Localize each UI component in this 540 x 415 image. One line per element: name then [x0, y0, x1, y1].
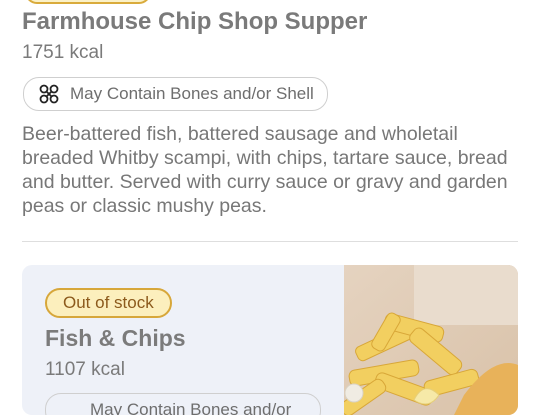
fish-and-chips-image [344, 265, 518, 415]
item-description: Beer-battered fish, battered sausage and… [22, 123, 508, 217]
bone-shell-icon [38, 83, 60, 105]
item-title: Fish & Chips [45, 325, 186, 351]
item-kcal: 1107 kcal [45, 359, 125, 380]
divider [22, 241, 518, 242]
item-title: Farmhouse Chip Shop Supper [22, 8, 368, 35]
allergen-label: May Contain Bones and/or Shell [70, 84, 314, 103]
allergen-pill: May Contain Bones and/or Shell [23, 77, 328, 111]
allergen-label: May Contain Bones and/or [90, 400, 292, 415]
menu-item-card[interactable]: Out of stock Fish & Chips 1107 kcal May … [22, 265, 518, 415]
allergen-pill: May Contain Bones and/or [45, 393, 321, 415]
fish-and-chips-photo [344, 265, 518, 415]
top-status-badge [25, 0, 151, 4]
item-kcal: 1751 kcal [22, 42, 104, 63]
out-of-stock-badge: Out of stock [45, 288, 172, 318]
